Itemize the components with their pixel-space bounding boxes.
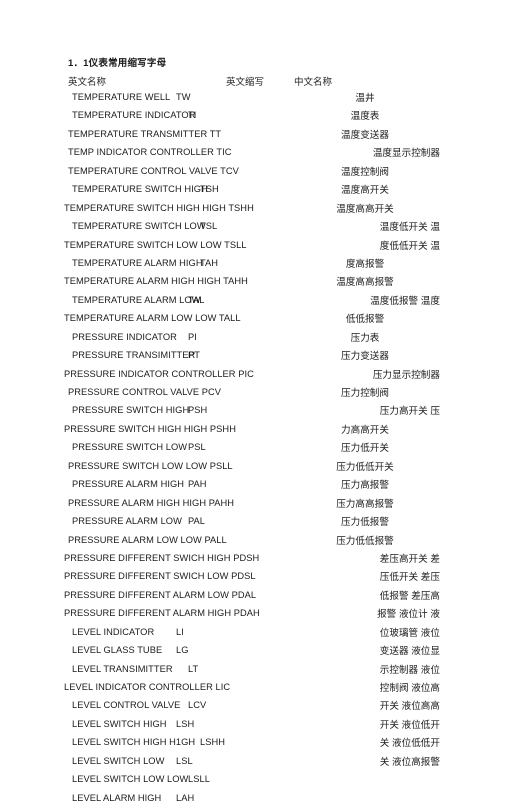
english-name-cell: PRESSURE DIFFERENT SWICH HIGH PDSH [64,552,260,563]
chinese-name-line: 压力变送器 [341,351,389,363]
english-abbr-cell: PSH [188,405,208,416]
english-name-cell: TEMPERATURE CONTROL VALVE TCV [68,165,239,176]
chinese-name-line: 开关 液位低开 [379,719,440,731]
chinese-name-line: 压力低低开关 [336,461,394,473]
english-name-cell: LEVEL INDICATOR CONTROLLER LIC [64,682,231,692]
chinese-name-line: 温度高开关 [341,185,389,197]
column-header-chinese-name: 中文名称 [294,77,333,88]
english-abbr-cell: TI [188,110,197,121]
english-abbr-cell: LAH [176,792,195,803]
chinese-name-line: 报警 液位计 液 [377,609,440,621]
chinese-name-line: 低报警 差压高 [379,590,440,602]
english-name-cell: PRESSURE INDICATOR CONTROLLER PIC [64,368,254,379]
english-name-cell: TEMP INDICATOR CONTROLLER TIC [68,147,232,158]
chinese-name-line: 压力低开关 [341,443,389,455]
chinese-name-line: 压力高报警 [341,480,389,492]
english-name-cell: TEMPERATURE ALARM HIGH HIGH TAHH [64,276,248,287]
english-name-cell: PRESSURE DIFFERENT ALARM LOW PDAL [64,589,257,600]
chinese-name-line: 压力低低报警 [336,535,394,547]
chinese-name-line: 低低报警 [345,314,385,326]
english-name-cell: TEMPERATURE SWITCH HIGH HIGH TSHH [64,202,254,213]
chinese-name-line: 压力表 [350,332,380,344]
chinese-name-line: 位玻璃管 液位 [379,627,440,639]
english-abbr-cell: TSL [200,221,218,232]
chinese-name-line: 控制阀 液位高 [379,683,440,694]
chinese-name-line: 温度控制阀 [341,166,389,178]
chinese-name-line: 差压高开关 差 [379,553,440,565]
english-abbr-cell: TAL [188,294,205,305]
english-abbr-cell: LSLL [188,774,210,785]
english-abbr-cell: TW [176,92,191,102]
chinese-name-line: 压力显示控制器 [372,369,440,381]
chinese-name-line: 温度低开关 温 [379,222,440,234]
page-title: 1．1仪表常用缩写字母 [68,58,167,69]
chinese-name-line: 示控制器 液位 [379,664,440,676]
english-abbr-cell: LSHH [200,737,225,748]
chinese-name-line: 关 液位低低开 [379,738,440,750]
english-name-cell: PRESSURE SWITCH HIGH HIGH PSHH [64,423,236,434]
chinese-name-line: 压低开关 差压 [379,572,440,584]
chinese-name-line: 度低低开关 温 [379,240,440,252]
english-name-cell: PRESSURE ALARM LOW LOW PALL [68,534,227,545]
english-abbr-cell: TSH [200,184,219,195]
chinese-name-line: 压力控制阀 [341,388,389,399]
chinese-name-line: 温井 [355,93,375,104]
english-abbr-cell: PI [188,331,197,342]
chinese-name-line [290,772,440,790]
english-name-cell: TEMPERATURE SWITCH LOW LOW TSLL [64,239,247,250]
chinese-name-column: 温井温度表温度变送器温度显示控制器温度控制阀温度高开关温度高高开关温度低开关 温… [290,90,440,809]
english-abbr-cell: LI [176,626,184,637]
english-name-cell: TEMPERATURE TRANSMITTER TT [68,128,222,139]
english-abbr-cell: PAL [188,516,206,527]
chinese-name-line: 温度高高报警 [336,277,394,289]
chinese-name-line: 关 液位高报警 [379,756,440,768]
chinese-name-line: 压力高开关 压 [379,406,440,418]
english-name-cell: TEMPERATURE ALARM LOW LOW TALL [64,313,241,324]
english-abbr-cell: PAH [188,479,207,490]
chinese-name-line: 温度表 [350,111,380,123]
english-abbr-cell: PSL [188,442,206,453]
english-abbr-cell: TAH [200,257,219,268]
english-abbr-cell: LSL [176,755,193,766]
english-name-cell: PRESSURE ALARM HIGH HIGH PAHH [68,497,235,508]
english-abbr-cell: PT [188,350,200,361]
english-name-cell: PRESSURE DIFFERENT ALARM HIGH PDAH [64,608,260,619]
chinese-name-line: 温度变送器 [341,129,389,141]
document-page: 1．1仪表常用缩写字母 英文名称 英文缩写 中文名称 TEMPERATURE W… [0,0,505,803]
chinese-name-line: 压力高高报警 [336,498,394,510]
english-name-cell: PRESSURE CONTROL VALVE PCV [68,387,222,397]
chinese-name-line: 温度高高开关 [336,203,394,215]
english-abbr-cell: LG [176,645,189,656]
chinese-name-line: 温度显示控制器 [372,148,440,160]
chinese-name-line [290,791,440,809]
english-name-cell: PRESSURE SWITCH LOW LOW PSLL [68,460,233,471]
column-headers: 英文名称 英文缩写 中文名称 [68,74,438,88]
chinese-name-line: 压力低报警 [341,517,389,529]
english-name-cell: PRESSURE DIFFERENT SWICH LOW PDSL [64,571,256,582]
chinese-name-line: 温度低报警 温度 [370,295,440,307]
english-abbr-cell: LT [188,663,199,674]
column-header-english-abbr: 英文缩写 [226,77,265,88]
english-abbr-cell: LSH [176,718,195,729]
chinese-name-line: 变送器 液位显 [379,646,440,658]
chinese-name-line: 度高报警 [345,258,385,270]
english-abbr-cell: LCV [188,700,207,711]
column-header-english-name: 英文名称 [68,77,107,88]
chinese-name-line: 开关 液位高高 [379,701,440,713]
chinese-name-line: 力高高开关 [341,424,389,436]
